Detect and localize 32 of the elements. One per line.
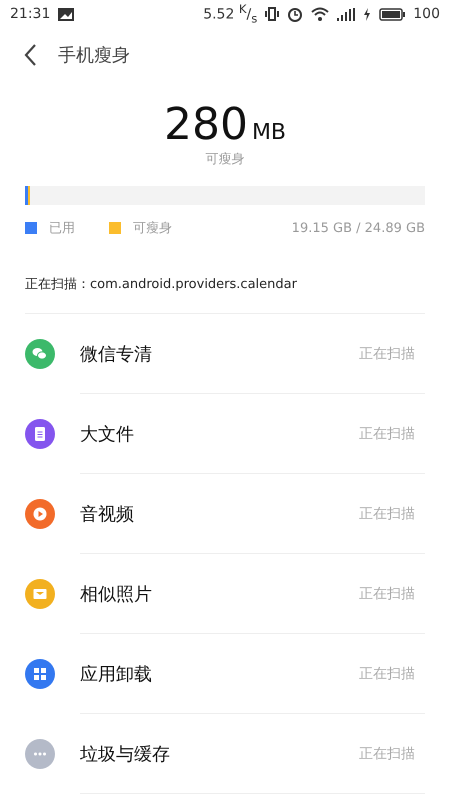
scanning-status: 正在扫描：com.android.providers.calendar [25, 275, 425, 314]
category-title: 微信专清 [80, 343, 153, 366]
scan-status: 正在扫描 [359, 345, 415, 363]
category-title: 垃圾与缓存 [80, 743, 171, 766]
slimmable-amount: 280 [164, 100, 248, 150]
legend-label: 可瘦身 [133, 220, 172, 237]
charging-icon [363, 8, 372, 20]
legend-label: 已用 [49, 220, 75, 237]
back-button[interactable] [24, 44, 36, 66]
category-title: 应用卸载 [80, 663, 153, 686]
battery-icon [379, 8, 406, 20]
page-title: 手机瘦身 [58, 44, 130, 67]
scan-status: 正在扫描 [359, 585, 415, 603]
back-icon [24, 44, 36, 66]
clock: 21:31 [10, 6, 50, 22]
scan-status: 正在扫描 [359, 665, 415, 683]
scan-status: 正在扫描 [359, 745, 415, 763]
category-title: 大文件 [80, 423, 135, 446]
amount-unit: MB [252, 120, 286, 145]
amount-caption: 可瘦身 [206, 151, 244, 168]
wifi-icon [311, 7, 330, 21]
signal-icon [337, 8, 356, 20]
category-title: 相似照片 [80, 583, 153, 606]
storage-usage: 19.15 GB / 24.89 GB [292, 220, 425, 236]
network-speed: 5.52 $^{K}$/$_{s}$ [203, 2, 258, 26]
image-icon [58, 8, 74, 20]
scan-status: 正在扫描 [359, 425, 415, 443]
battery-level: 100 [413, 6, 440, 22]
alarm-icon [287, 6, 304, 22]
scan-status: 正在扫描 [359, 505, 415, 523]
vibrate-icon [265, 7, 280, 21]
category-title: 音视频 [80, 503, 135, 526]
